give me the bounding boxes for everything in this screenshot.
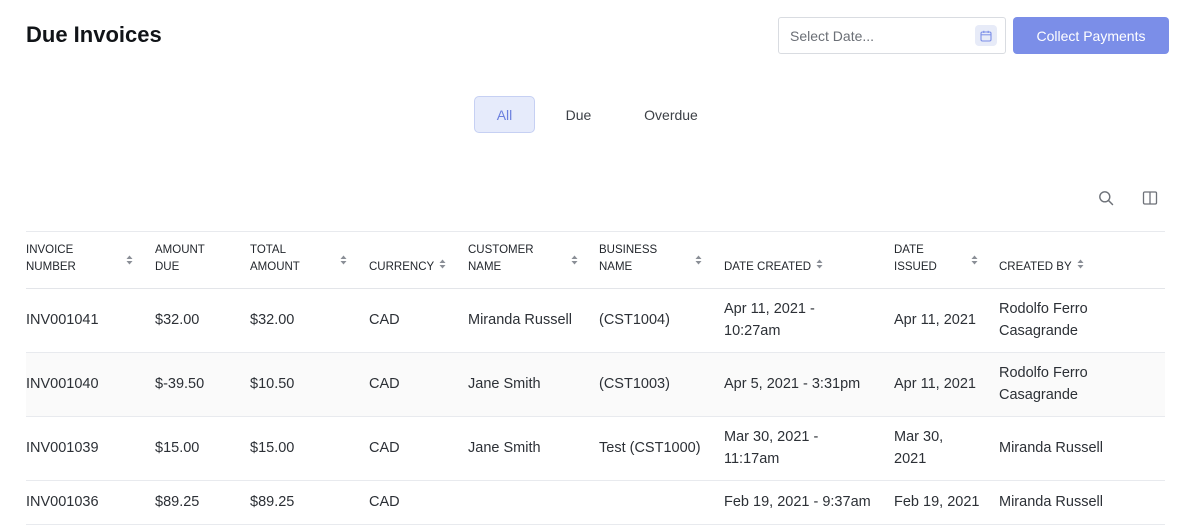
table-header-row: INVOICE NUMBER AMOUNT DUE TOTAL AMOUNT CURR… bbox=[26, 231, 1165, 289]
cell-business-name: (CST1003) bbox=[599, 375, 670, 392]
sort-icon[interactable] bbox=[695, 254, 702, 271]
table-row[interactable]: INV001040 $-39.50 $10.50 CAD Jane Smith … bbox=[26, 352, 1165, 417]
column-header-business-name[interactable]: BUSINESS NAME bbox=[599, 232, 724, 289]
columns-icon[interactable] bbox=[1140, 188, 1160, 208]
cell-date-issued: Apr 11, 2021 bbox=[894, 375, 976, 392]
cell-total-amount: $10.50 bbox=[250, 375, 295, 392]
cell-total-amount: $89.25 bbox=[250, 493, 295, 510]
cell-date-issued: Feb 19, 2021 bbox=[894, 493, 980, 510]
calendar-icon[interactable] bbox=[975, 25, 997, 46]
cell-currency: CAD bbox=[369, 375, 400, 392]
cell-amount-due: $89.25 bbox=[155, 493, 200, 510]
sort-icon[interactable] bbox=[971, 254, 978, 271]
page-title: Due Invoices bbox=[26, 22, 162, 47]
filter-tabs: All Due Overdue bbox=[474, 96, 720, 133]
invoices-table: INVOICE NUMBER AMOUNT DUE TOTAL AMOUNT CURR… bbox=[26, 231, 1165, 525]
column-header-total-amount[interactable]: TOTAL AMOUNT bbox=[250, 232, 369, 289]
cell-created-by: Miranda Russell bbox=[999, 439, 1103, 456]
cell-total-amount: $32.00 bbox=[250, 311, 295, 328]
cell-customer-name: Jane Smith bbox=[468, 375, 541, 392]
cell-currency: CAD bbox=[369, 493, 400, 510]
cell-amount-due: $15.00 bbox=[155, 439, 200, 456]
table-row[interactable]: INV001039 $15.00 $15.00 CAD Jane Smith T… bbox=[26, 417, 1165, 481]
cell-created-by: Miranda Russell bbox=[999, 493, 1103, 510]
tab-all[interactable]: All bbox=[474, 96, 535, 133]
cell-date-created: Mar 30, 2021 -11:17am bbox=[724, 429, 819, 467]
date-picker[interactable] bbox=[778, 17, 1006, 54]
table-row[interactable]: INV001041 $32.00 $32.00 CAD Miranda Russ… bbox=[26, 289, 1165, 353]
collect-payments-button[interactable]: Collect Payments bbox=[1013, 17, 1169, 54]
cell-business-name: Test (CST1000) bbox=[599, 439, 701, 456]
cell-date-issued: Mar 30, 2021 bbox=[894, 429, 944, 467]
cell-invoice-number: INV001041 bbox=[26, 311, 99, 328]
cell-invoice-number: INV001036 bbox=[26, 493, 99, 510]
cell-date-created: Apr 5, 2021 - 3:31pm bbox=[724, 375, 861, 392]
column-header-amount-due[interactable]: AMOUNT DUE bbox=[155, 232, 250, 289]
cell-date-created: Feb 19, 2021 - 9:37am bbox=[724, 493, 871, 510]
cell-date-created: Apr 11, 2021 -10:27am bbox=[724, 301, 815, 339]
sort-icon[interactable] bbox=[571, 254, 578, 271]
table-row[interactable]: INV001036 $89.25 $89.25 CAD Feb 19, 2021… bbox=[26, 481, 1165, 525]
column-header-customer-name[interactable]: CUSTOMER NAME bbox=[468, 232, 599, 289]
cell-currency: CAD bbox=[369, 311, 400, 328]
cell-invoice-number: INV001039 bbox=[26, 439, 99, 456]
cell-total-amount: $15.00 bbox=[250, 439, 295, 456]
cell-customer-name: Miranda Russell bbox=[468, 311, 572, 328]
search-icon[interactable] bbox=[1096, 188, 1116, 208]
cell-amount-due: $-39.50 bbox=[155, 375, 205, 392]
cell-business-name: (CST1004) bbox=[599, 311, 670, 328]
sort-icon[interactable] bbox=[439, 258, 446, 275]
cell-business-name bbox=[599, 481, 724, 525]
date-input[interactable] bbox=[779, 18, 969, 53]
column-header-invoice-number[interactable]: INVOICE NUMBER bbox=[26, 232, 155, 289]
column-header-date-created[interactable]: DATE CREATED bbox=[724, 232, 894, 289]
column-header-created-by[interactable]: CREATED BY bbox=[999, 232, 1165, 289]
cell-customer-name bbox=[468, 481, 599, 525]
column-header-currency[interactable]: CURRENCY bbox=[369, 232, 468, 289]
column-header-date-issued[interactable]: DATE ISSUED bbox=[894, 232, 999, 289]
cell-amount-due: $32.00 bbox=[155, 311, 200, 328]
sort-icon[interactable] bbox=[816, 258, 823, 275]
cell-created-by: Rodolfo Ferro Casagrande bbox=[999, 301, 1088, 339]
sort-icon[interactable] bbox=[340, 254, 347, 271]
sort-icon[interactable] bbox=[1077, 258, 1084, 275]
cell-invoice-number: INV001040 bbox=[26, 375, 99, 392]
cell-currency: CAD bbox=[369, 439, 400, 456]
cell-customer-name: Jane Smith bbox=[468, 439, 541, 456]
cell-date-issued: Apr 11, 2021 bbox=[894, 311, 976, 328]
sort-icon[interactable] bbox=[126, 254, 133, 271]
tab-due[interactable]: Due bbox=[535, 96, 622, 133]
tab-overdue[interactable]: Overdue bbox=[622, 96, 720, 133]
cell-created-by: Rodolfo Ferro Casagrande bbox=[999, 365, 1088, 403]
